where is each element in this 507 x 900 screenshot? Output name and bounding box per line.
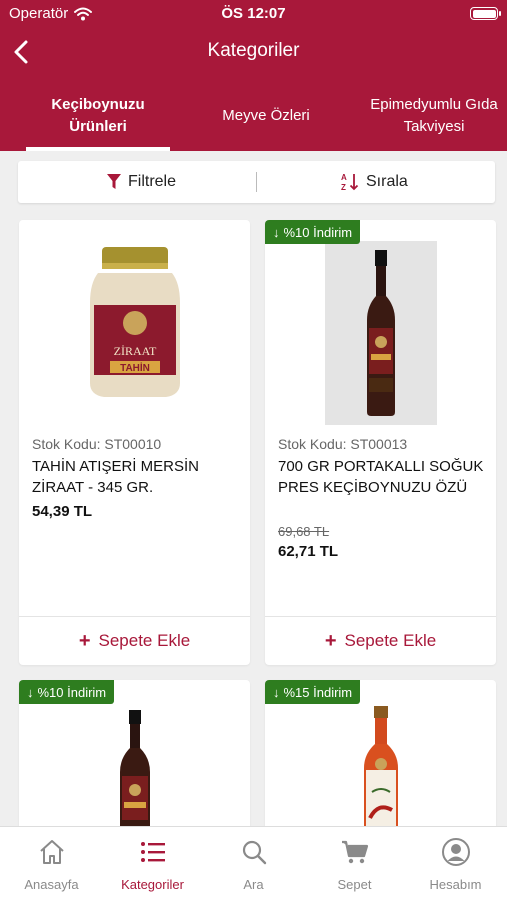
arrow-down-icon: ↓ [27, 684, 34, 700]
product-card[interactable]: ↓ %15 İndirim [265, 680, 496, 840]
product-name[interactable]: 700 GR PORTAKALLI SOĞUK PRES KEÇİBOYNUZU… [278, 456, 488, 498]
stock-code: Stok Kodu: ST00013 [278, 436, 408, 452]
nav-item-kategoriler[interactable]: Kategoriler [102, 827, 203, 900]
tab-meyve-ozleri[interactable]: Meyve Özleri [190, 80, 342, 151]
svg-text:A: A [341, 173, 347, 182]
product-card[interactable]: ↓ %10 İndirim [19, 680, 250, 840]
plus-icon: + [78, 630, 91, 652]
discount-label: %10 İndirim [37, 684, 107, 700]
tab-label-line1: Epimedyumlu Gıda [370, 95, 498, 113]
list-icon [140, 842, 165, 862]
sort-button[interactable]: A Z Sırala [340, 161, 408, 203]
cart-icon [341, 840, 368, 864]
discount-badge: ↓ %10 İndirim [265, 220, 361, 244]
svg-text:TAHİN: TAHİN [120, 361, 150, 374]
nav-item-anasayfa[interactable]: Anasayfa [1, 827, 102, 900]
toolbar-divider [256, 172, 257, 192]
tab-epimedyumlu-gida-takviyesi[interactable]: Epimedyumlu Gıda Takviyesi [352, 80, 507, 151]
add-to-cart-label: Sepete Ekle [344, 631, 437, 650]
nav-item-sepet[interactable]: Sepet [304, 827, 405, 900]
status-bar: Operatör ÖS 12:07 [0, 0, 507, 28]
tab-label-line1: Meyve Özleri [222, 106, 310, 124]
product-image-dark-bottle [265, 220, 496, 425]
category-tabs: Keçiboynuzu Ürünleri Meyve Özleri Epimedy… [0, 80, 507, 151]
active-tab-indicator [26, 147, 170, 151]
tab-keciboynuzu-urunleri[interactable]: Keçiboynuzu Ürünleri [10, 80, 186, 151]
sort-label: Sırala [366, 173, 408, 190]
tab-label-line2: Takviyesi [403, 117, 465, 135]
add-to-cart-label: Sepete Ekle [98, 631, 191, 650]
product-price: 62,71 TL [278, 543, 339, 560]
product-image-tahini-jar: ZİRAAT TAHİN [19, 220, 250, 425]
nav-label: Ara [243, 877, 264, 892]
arrow-down-icon: ↓ [273, 224, 280, 240]
nav-label: Sepet [337, 877, 372, 892]
arrow-down-icon: ↓ [273, 684, 280, 700]
stock-code: Stok Kodu: ST00010 [32, 436, 162, 452]
battery-icon [470, 7, 501, 20]
discount-badge: ↓ %15 İndirim [265, 680, 361, 704]
product-card[interactable]: ZİRAAT TAHİN Stok Kodu: ST00010 TAHİN AT… [19, 220, 250, 665]
add-to-cart-button[interactable]: + Sepete Ekle [265, 617, 496, 665]
add-to-cart-button[interactable]: + Sepete Ekle [19, 617, 250, 665]
filter-button[interactable]: Filtrele [106, 161, 176, 203]
discount-label: %15 İndirim [283, 684, 353, 700]
nav-item-ara[interactable]: Ara [203, 827, 304, 900]
nav-label: Anasayfa [24, 877, 79, 892]
app-header: Operatör ÖS 12:07 Kategoriler Keçiboynuz… [0, 0, 507, 151]
nav-item-hesabim[interactable]: Hesabım [405, 827, 506, 900]
sort-az-icon: A Z [341, 173, 359, 192]
bottom-navigation: Anasayfa Kategoriler Ara Sepet Hesabım [0, 826, 507, 900]
old-price: 69,68 TL [278, 524, 330, 539]
product-image-dark-bottle [19, 680, 250, 840]
filter-sort-bar: Filtrele A Z Sırala [18, 161, 495, 203]
nav-bar: Kategoriler [0, 32, 507, 72]
plus-icon: + [324, 630, 337, 652]
search-icon [242, 840, 266, 865]
product-price: 54,39 TL [32, 503, 93, 520]
product-name[interactable]: TAHİN ATIŞERİ MERSİN ZİRAAT - 345 GR. [32, 456, 242, 498]
tab-label-line2: Ürünleri [69, 117, 127, 135]
nav-label: Hesabım [429, 877, 482, 892]
svg-text:Z: Z [341, 183, 346, 192]
discount-label: %10 İndirim [283, 224, 353, 240]
product-image-red-sauce-bottle [265, 680, 496, 840]
product-card[interactable]: ↓ %10 İndirim Stok Kodu: ST00013 700 GR … [265, 220, 496, 665]
filter-icon [107, 174, 121, 189]
home-icon [39, 840, 64, 864]
status-time: ÖS 12:07 [221, 5, 286, 22]
page-title: Kategoriler [207, 40, 300, 61]
discount-badge: ↓ %10 İndirim [19, 680, 115, 704]
tab-label-line1: Keçiboynuzu [51, 95, 145, 113]
nav-label: Kategoriler [121, 877, 184, 892]
svg-text:ZİRAAT: ZİRAAT [113, 344, 156, 358]
account-icon [441, 838, 470, 866]
filter-label: Filtrele [128, 173, 177, 190]
